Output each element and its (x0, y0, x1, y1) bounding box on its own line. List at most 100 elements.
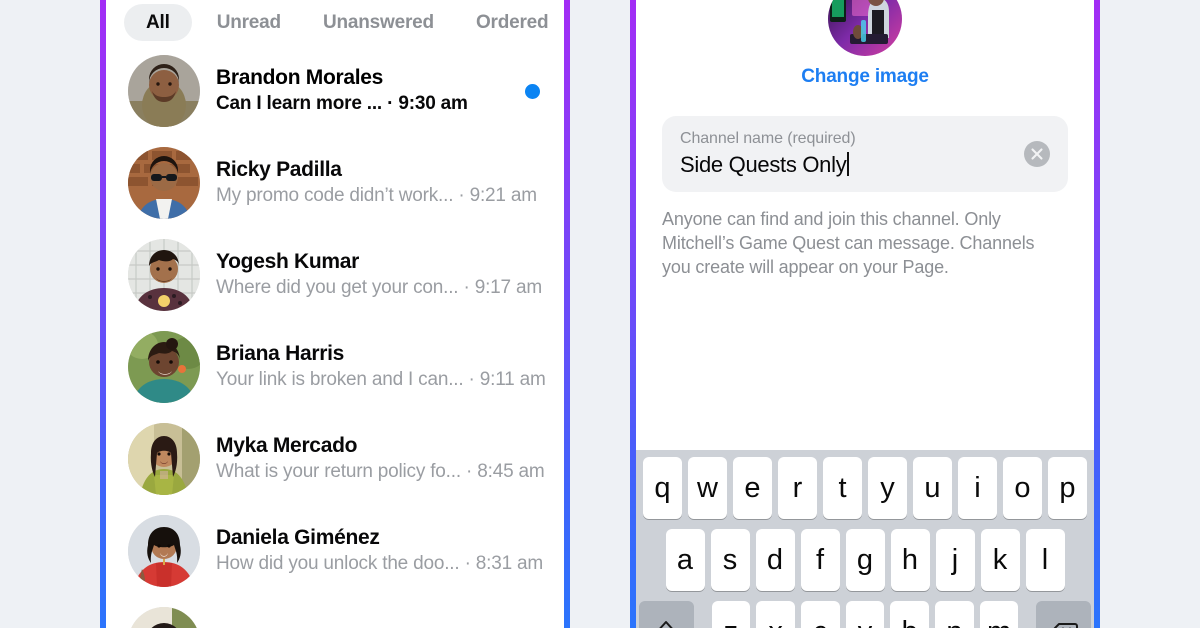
thread-time: 9:11 am (479, 368, 546, 390)
thread-text: Brandon Morales Can I learn more ... · 9… (216, 66, 509, 116)
channel-name-field[interactable]: Channel name (required) Side Quests Only (662, 116, 1068, 192)
shift-key-icon[interactable] (639, 601, 694, 628)
key-u[interactable]: u (913, 457, 952, 519)
keyboard-spacer (1024, 601, 1030, 628)
text-caret (847, 152, 850, 177)
thread-time: 8:31 am (475, 552, 544, 574)
thread-time: 9:30 am (398, 92, 468, 114)
thread-name: Briana Harris (216, 342, 344, 366)
avatar (128, 515, 200, 587)
thread-time: 9:17 am (474, 276, 542, 298)
thread-time: 8:45 am (477, 460, 545, 482)
key-z[interactable]: z (711, 601, 751, 628)
keyboard-row-1: q w e r t y u i o p (639, 457, 1091, 519)
avatar (128, 423, 200, 495)
key-m[interactable]: m (979, 601, 1019, 628)
thread-text: Myka Mercado What is your return policy … (216, 434, 545, 484)
key-y[interactable]: y (868, 457, 907, 519)
thread-preview-text: How did you unlock the doo... (216, 552, 460, 574)
tab-ordered[interactable]: Ordered (459, 4, 564, 41)
keyboard-row-3: z x c v b n m (639, 601, 1091, 628)
thread-name: Ricky Padilla (216, 158, 342, 182)
key-i[interactable]: i (958, 457, 997, 519)
thread-preview: My promo code didn’t work... · 9:21 am (216, 184, 537, 208)
screenshot-stage: All Unread Unanswered Ordered Brandon Mo… (0, 0, 1200, 628)
thread-preview-text: Where did you get your con... (216, 276, 459, 298)
thread-preview: What is your return policy fo... · 8:45 … (216, 460, 545, 484)
key-d[interactable]: d (755, 529, 795, 591)
key-p[interactable]: p (1048, 457, 1087, 519)
channel-name-input[interactable]: Side Quests Only (680, 151, 1014, 179)
thread-separator: · (468, 368, 475, 390)
key-s[interactable]: s (710, 529, 750, 591)
key-o[interactable]: o (1003, 457, 1042, 519)
tab-unanswered[interactable]: Unanswered (306, 4, 451, 41)
thread-name: Myka Mercado (216, 434, 358, 458)
key-x[interactable]: x (756, 601, 795, 628)
channel-avatar[interactable] (828, 0, 902, 56)
thread-name: Brandon Morales (216, 66, 384, 90)
key-a[interactable]: a (665, 529, 705, 591)
key-r[interactable]: r (778, 457, 817, 519)
clear-icon[interactable] (1024, 140, 1050, 167)
avatar (128, 147, 200, 219)
channel-help-text: Anyone can find and join this channel. O… (662, 209, 1035, 277)
channel-name-label: Channel name (required) (680, 129, 856, 147)
thread-list-item[interactable]: Yogesh Kumar Where did you get your con.… (106, 229, 564, 321)
key-h[interactable]: h (890, 529, 930, 591)
thread-name: Yogesh Kumar (216, 250, 360, 274)
key-f[interactable]: f (800, 529, 840, 591)
phone-frame-right: Change image Channel name (required) Sid… (630, 0, 1100, 628)
unread-dot (525, 83, 540, 99)
thread-separator: · (387, 92, 394, 114)
thread-list-item[interactable] (106, 597, 564, 628)
key-b[interactable]: b (890, 601, 930, 628)
thread-text: Yogesh Kumar Where did you get your con.… (216, 250, 542, 300)
keyboard-spacer (700, 601, 706, 628)
on-screen-keyboard[interactable]: q w e r t y u i o p a s d f g h j k l (636, 450, 1094, 628)
key-w[interactable]: w (688, 457, 727, 519)
keyboard-row-2: a s d f g h j k l (639, 529, 1091, 591)
key-q[interactable]: q (643, 457, 682, 519)
change-image-button[interactable]: Change image (662, 66, 1068, 88)
key-c[interactable]: c (800, 601, 840, 628)
thread-list-item[interactable]: Briana Harris Your link is broken and I … (106, 321, 564, 413)
thread-preview: How did you unlock the doo... · 8:31 am (216, 552, 543, 576)
thread-list-item[interactable]: Myka Mercado What is your return policy … (106, 413, 564, 505)
thread-list-item[interactable]: Brandon Morales Can I learn more ... · 9… (106, 45, 564, 137)
thread-preview-text: My promo code didn’t work... (216, 184, 454, 206)
thread-text: Briana Harris Your link is broken and I … (216, 342, 546, 392)
key-e[interactable]: e (733, 457, 772, 519)
thread-text: Ricky Padilla My promo code didn’t work.… (216, 158, 537, 208)
tab-all[interactable]: All (124, 4, 192, 41)
thread-preview-text: Can I learn more ... (216, 92, 382, 114)
key-j[interactable]: j (935, 529, 975, 591)
thread-preview: Where did you get your con... · 9:17 am (216, 276, 542, 300)
thread-separator: · (463, 276, 470, 298)
create-channel-screen: Change image Channel name (required) Sid… (636, 0, 1094, 628)
thread-preview: Your link is broken and I can... · 9:11 … (216, 368, 546, 392)
key-t[interactable]: t (823, 457, 862, 519)
thread-separator: · (464, 552, 471, 574)
thread-preview: Can I learn more ... · 9:30 am (216, 93, 509, 116)
thread-separator: · (466, 460, 473, 482)
inbox-filter-tabs: All Unread Unanswered Ordered (106, 0, 564, 45)
thread-text: Daniela Giménez How did you unlock the d… (216, 526, 543, 576)
avatar (128, 239, 200, 311)
tab-unread[interactable]: Unread (200, 4, 298, 41)
thread-list-item[interactable]: Daniela Giménez How did you unlock the d… (106, 505, 564, 597)
key-l[interactable]: l (1025, 529, 1065, 591)
key-v[interactable]: v (845, 601, 885, 628)
key-n[interactable]: n (935, 601, 974, 628)
key-k[interactable]: k (980, 529, 1020, 591)
key-g[interactable]: g (845, 529, 885, 591)
backspace-key-icon[interactable] (1036, 601, 1091, 628)
thread-list: Brandon Morales Can I learn more ... · 9… (106, 45, 564, 628)
thread-preview-text: What is your return policy fo... (216, 460, 461, 482)
channel-image-wrap (662, 0, 1068, 56)
inbox-screen: All Unread Unanswered Ordered Brandon Mo… (106, 0, 564, 628)
avatar (128, 607, 200, 628)
thread-separator: · (458, 184, 465, 206)
thread-list-item[interactable]: Ricky Padilla My promo code didn’t work.… (106, 137, 564, 229)
channel-name-value: Side Quests Only (680, 151, 847, 177)
